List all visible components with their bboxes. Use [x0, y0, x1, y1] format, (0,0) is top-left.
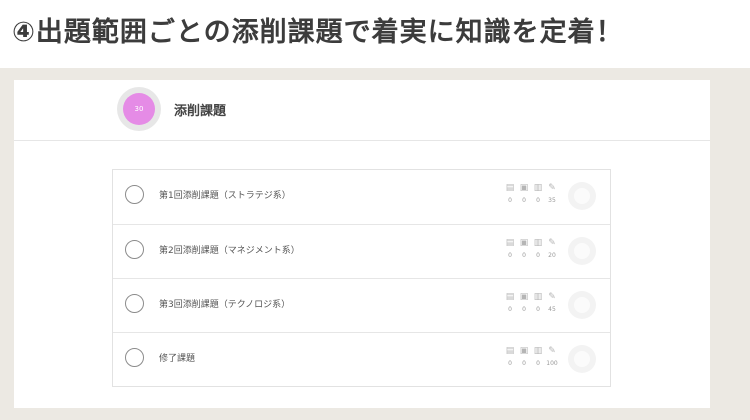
stat-value: 35: [548, 197, 556, 204]
video-icon: ▣: [519, 183, 529, 193]
task-stat-icons: ▤ ▣ ▥ ✎: [505, 238, 565, 250]
stat-value: 0: [536, 360, 540, 367]
video-icon: ▣: [519, 238, 529, 248]
book-icon: ▤: [505, 346, 515, 356]
task-stat-icons: ▤ ▣ ▥ ✎: [505, 292, 565, 304]
document-icon: ▥: [533, 238, 543, 248]
task-radio[interactable]: [125, 348, 144, 367]
promo-heading: ④出題範囲ごとの添削課題で着実に知識を定着！: [12, 17, 624, 48]
pencil-icon: ✎: [548, 292, 556, 302]
section-badge: 30: [117, 87, 161, 131]
task-row[interactable]: 第3回添削課題（テクノロジ系） ▤ ▣ ▥ ✎ 0 0 0 45: [113, 278, 610, 333]
stat-value: 0: [536, 252, 540, 259]
section-title: 添削課題: [174, 104, 227, 119]
book-icon: ▤: [505, 292, 515, 302]
task-row[interactable]: 修了課題 ▤ ▣ ▥ ✎ 0 0 0 100: [113, 332, 610, 387]
stat-value: 0: [536, 197, 540, 204]
document-icon: ▥: [533, 292, 543, 302]
document-icon: ▥: [533, 346, 543, 356]
task-label[interactable]: 第1回添削課題（ストラテジ系）: [159, 188, 291, 201]
stat-value: 0: [522, 252, 526, 259]
stat-value: 0: [522, 306, 526, 313]
task-progress-ring: [568, 182, 596, 210]
task-list: 第1回添削課題（ストラテジ系） ▤ ▣ ▥ ✎ 0 0 0 35 第2回添削課題…: [112, 169, 611, 387]
task-radio[interactable]: [125, 294, 144, 313]
pencil-icon: ✎: [548, 183, 556, 193]
video-icon: ▣: [519, 346, 529, 356]
pencil-icon: ✎: [548, 238, 556, 248]
task-progress-ring: [568, 291, 596, 319]
stat-value: 0: [508, 197, 512, 204]
task-stat-values: 0 0 0 35: [505, 197, 565, 207]
task-progress-ring: [568, 237, 596, 265]
stat-value: 0: [522, 197, 526, 204]
stat-value: 0: [508, 360, 512, 367]
task-radio[interactable]: [125, 185, 144, 204]
section-header: 30 添削課題: [14, 80, 710, 141]
stat-value: 0: [508, 306, 512, 313]
task-stat-icons: ▤ ▣ ▥ ✎: [505, 183, 565, 195]
stat-value: 0: [522, 360, 526, 367]
task-row[interactable]: 第2回添削課題（マネジメント系） ▤ ▣ ▥ ✎ 0 0 0 20: [113, 224, 610, 279]
stat-value: 0: [536, 306, 540, 313]
document-icon: ▥: [533, 183, 543, 193]
section-badge-count: 30: [123, 93, 155, 125]
task-label[interactable]: 第2回添削課題（マネジメント系）: [159, 243, 300, 256]
task-stat-values: 0 0 0 20: [505, 252, 565, 262]
book-icon: ▤: [505, 238, 515, 248]
task-stat-icons: ▤ ▣ ▥ ✎: [505, 346, 565, 358]
task-stat-values: 0 0 0 100: [505, 360, 565, 370]
task-label[interactable]: 第3回添削課題（テクノロジ系）: [159, 297, 290, 310]
stat-value: 20: [548, 252, 556, 259]
stat-value: 45: [548, 306, 556, 313]
task-progress-ring: [568, 345, 596, 373]
task-row[interactable]: 第1回添削課題（ストラテジ系） ▤ ▣ ▥ ✎ 0 0 0 35: [113, 170, 610, 224]
stat-value: 0: [508, 252, 512, 259]
task-label[interactable]: 修了課題: [159, 351, 195, 364]
video-icon: ▣: [519, 292, 529, 302]
task-stat-values: 0 0 0 45: [505, 306, 565, 316]
book-icon: ▤: [505, 183, 515, 193]
task-radio[interactable]: [125, 240, 144, 259]
pencil-icon: ✎: [548, 346, 556, 356]
stat-value: 100: [546, 360, 558, 367]
